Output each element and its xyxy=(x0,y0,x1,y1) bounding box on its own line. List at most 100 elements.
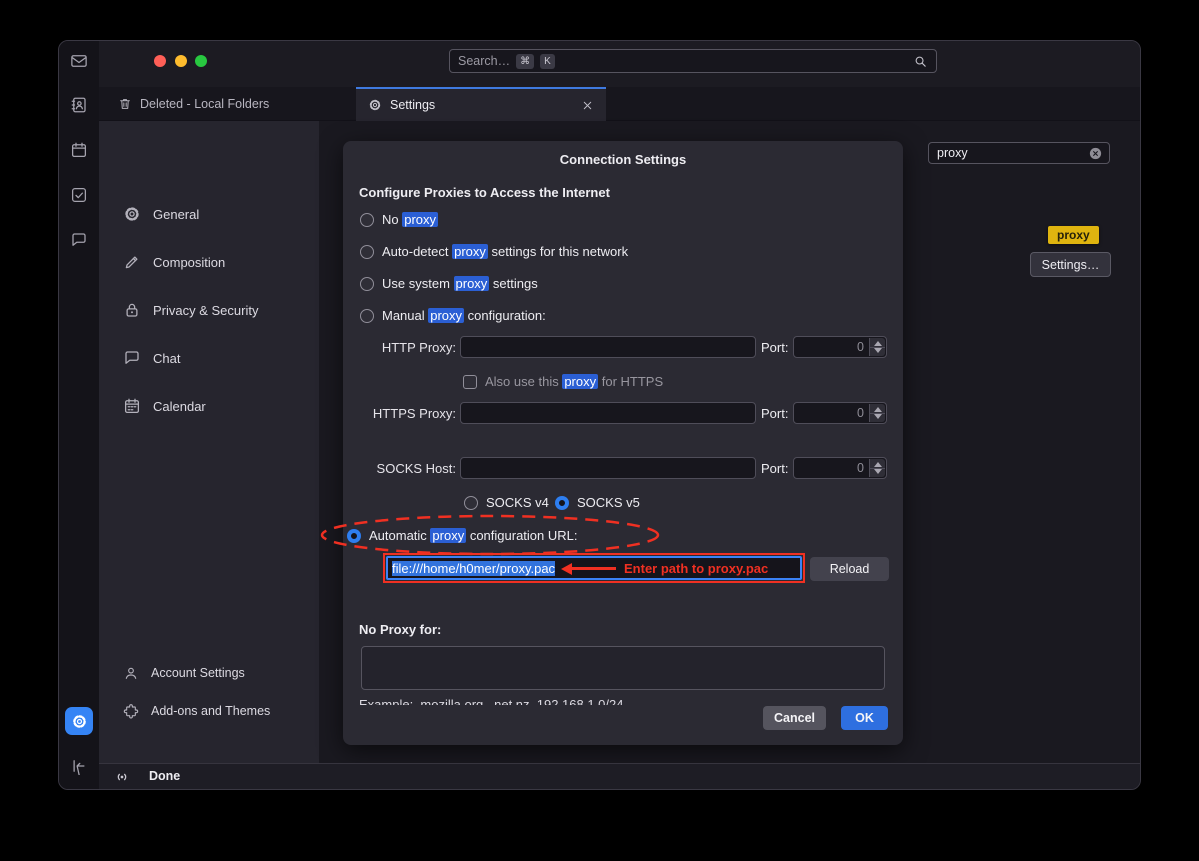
radio-selected-icon[interactable] xyxy=(555,496,569,510)
search-highlight: proxy xyxy=(562,374,598,389)
radio-automatic-proxy-url[interactable]: Automatic proxy configuration URL: xyxy=(347,528,578,543)
search-result-chip: proxy xyxy=(1048,226,1099,244)
cancel-button[interactable]: Cancel xyxy=(763,706,826,730)
chat-icon[interactable] xyxy=(70,231,88,249)
lock-icon xyxy=(123,301,141,319)
https-port-input[interactable]: 0 xyxy=(793,402,887,424)
sidebar-item-label: Chat xyxy=(153,351,180,366)
https-proxy-input[interactable] xyxy=(460,402,756,424)
stepper-up-icon[interactable] xyxy=(874,341,882,346)
tasks-icon[interactable] xyxy=(70,186,88,204)
sidebar-item-label: Composition xyxy=(153,255,225,270)
no-proxy-for-label: No Proxy for: xyxy=(359,622,441,637)
checkbox-icon[interactable] xyxy=(463,375,477,389)
sidebar-item-account-settings[interactable]: Account Settings xyxy=(123,665,245,681)
search-placeholder: Search… xyxy=(458,54,510,68)
radio-manual-proxy[interactable]: Manual proxy configuration: xyxy=(360,308,546,323)
minimize-window-button[interactable] xyxy=(175,55,187,67)
example-text-clipped: Example: .mozilla.org, .net.nz, 192.168.… xyxy=(359,697,759,705)
port-label: Port: xyxy=(761,406,788,421)
tab-settings[interactable]: Settings xyxy=(356,87,606,121)
radio-label: Auto-detect proxy settings for this netw… xyxy=(382,244,628,259)
stepper-up-icon[interactable] xyxy=(874,407,882,412)
mail-icon[interactable] xyxy=(70,52,88,70)
zoom-window-button[interactable] xyxy=(195,55,207,67)
settings-search-value: proxy xyxy=(937,146,968,160)
search-highlight: proxy xyxy=(402,212,438,227)
port-stepper[interactable] xyxy=(869,459,885,477)
radio-icon[interactable] xyxy=(360,277,374,291)
port-value: 0 xyxy=(857,340,864,354)
chat-bubble-icon xyxy=(123,349,141,367)
radio-label: Use system proxy settings xyxy=(382,276,538,291)
close-tab-icon[interactable] xyxy=(581,99,594,112)
search-highlight: proxy xyxy=(452,244,488,259)
port-value: 0 xyxy=(857,406,864,420)
stepper-down-icon[interactable] xyxy=(874,414,882,419)
search-highlight: proxy xyxy=(430,528,466,543)
address-book-icon[interactable] xyxy=(70,96,88,114)
radio-socks-v5[interactable]: SOCKS v5 xyxy=(555,495,640,510)
puzzle-icon xyxy=(123,703,139,719)
radio-icon[interactable] xyxy=(360,309,374,323)
annotation-note: Enter path to proxy.pac xyxy=(624,561,768,576)
radio-icon[interactable] xyxy=(360,245,374,259)
stepper-down-icon[interactable] xyxy=(874,348,882,353)
radio-label: Automatic proxy configuration URL: xyxy=(369,528,578,543)
sidebar-item-addons-themes[interactable]: Add-ons and Themes xyxy=(123,703,270,719)
radio-icon[interactable] xyxy=(464,496,478,510)
folder-indicator[interactable]: Deleted - Local Folders xyxy=(118,87,269,121)
no-proxy-textarea[interactable] xyxy=(361,646,885,690)
radio-label: SOCKS v4 xyxy=(486,495,549,510)
tab-bar: Deleted - Local Folders Settings xyxy=(99,87,1141,121)
sidebar-item-label: General xyxy=(153,207,199,222)
global-search-input[interactable]: Search… ⌘ K xyxy=(449,49,937,73)
socks-host-input[interactable] xyxy=(460,457,756,479)
radio-label: SOCKS v5 xyxy=(577,495,640,510)
radio-autodetect-proxy[interactable]: Auto-detect proxy settings for this netw… xyxy=(360,244,628,259)
status-bar: Done xyxy=(99,763,1141,789)
port-value: 0 xyxy=(857,461,864,475)
sidebar-item-label: Add-ons and Themes xyxy=(151,704,270,718)
arrow-head-icon xyxy=(561,563,572,575)
folder-label: Deleted - Local Folders xyxy=(140,97,269,111)
spaces-toolbar xyxy=(59,41,99,789)
dialog-title: Connection Settings xyxy=(343,152,903,167)
socks-port-input[interactable]: 0 xyxy=(793,457,887,479)
sidebar-item-label: Calendar xyxy=(153,399,206,414)
close-window-button[interactable] xyxy=(154,55,166,67)
trash-icon xyxy=(118,97,132,111)
settings-space-button[interactable] xyxy=(65,707,93,735)
sidebar-item-general[interactable]: General xyxy=(123,205,199,223)
calendar-icon[interactable] xyxy=(70,141,88,159)
settings-search-input[interactable]: proxy xyxy=(928,142,1110,164)
proxy-section-heading: Configure Proxies to Access the Internet xyxy=(359,185,610,200)
radio-no-proxy[interactable]: No proxy xyxy=(360,212,438,227)
reload-button[interactable]: Reload xyxy=(810,557,889,581)
sidebar-item-chat[interactable]: Chat xyxy=(123,349,180,367)
http-port-input[interactable]: 0 xyxy=(793,336,887,358)
also-use-https-checkbox-row[interactable]: Also use this proxy for HTTPS xyxy=(463,374,663,389)
stepper-up-icon[interactable] xyxy=(874,462,882,467)
connection-settings-dialog: Connection Settings Configure Proxies to… xyxy=(343,141,903,745)
proxy-settings-button[interactable]: Settings… xyxy=(1030,252,1111,277)
radio-icon[interactable] xyxy=(360,213,374,227)
collapse-sidebar-icon[interactable] xyxy=(70,757,88,775)
sidebar-item-composition[interactable]: Composition xyxy=(123,253,225,271)
radio-system-proxy[interactable]: Use system proxy settings xyxy=(360,276,538,291)
sidebar-item-calendar[interactable]: Calendar xyxy=(123,397,206,415)
ok-button[interactable]: OK xyxy=(841,706,888,730)
sidebar-item-privacy-security[interactable]: Privacy & Security xyxy=(123,301,258,319)
port-stepper[interactable] xyxy=(869,404,885,422)
http-proxy-input[interactable] xyxy=(460,336,756,358)
annotation-arrow: Enter path to proxy.pac xyxy=(561,561,768,576)
radio-socks-v4[interactable]: SOCKS v4 xyxy=(464,495,549,510)
gear-icon xyxy=(71,713,88,730)
clear-search-icon[interactable] xyxy=(1088,146,1103,161)
proxy-url-value: file:///home/h0mer/proxy.pac xyxy=(392,561,555,576)
gear-icon xyxy=(368,98,382,112)
app-window: Search… ⌘ K Deleted - Local Folders Sett… xyxy=(58,40,1141,790)
port-stepper[interactable] xyxy=(869,338,885,356)
stepper-down-icon[interactable] xyxy=(874,469,882,474)
radio-selected-icon[interactable] xyxy=(347,529,361,543)
